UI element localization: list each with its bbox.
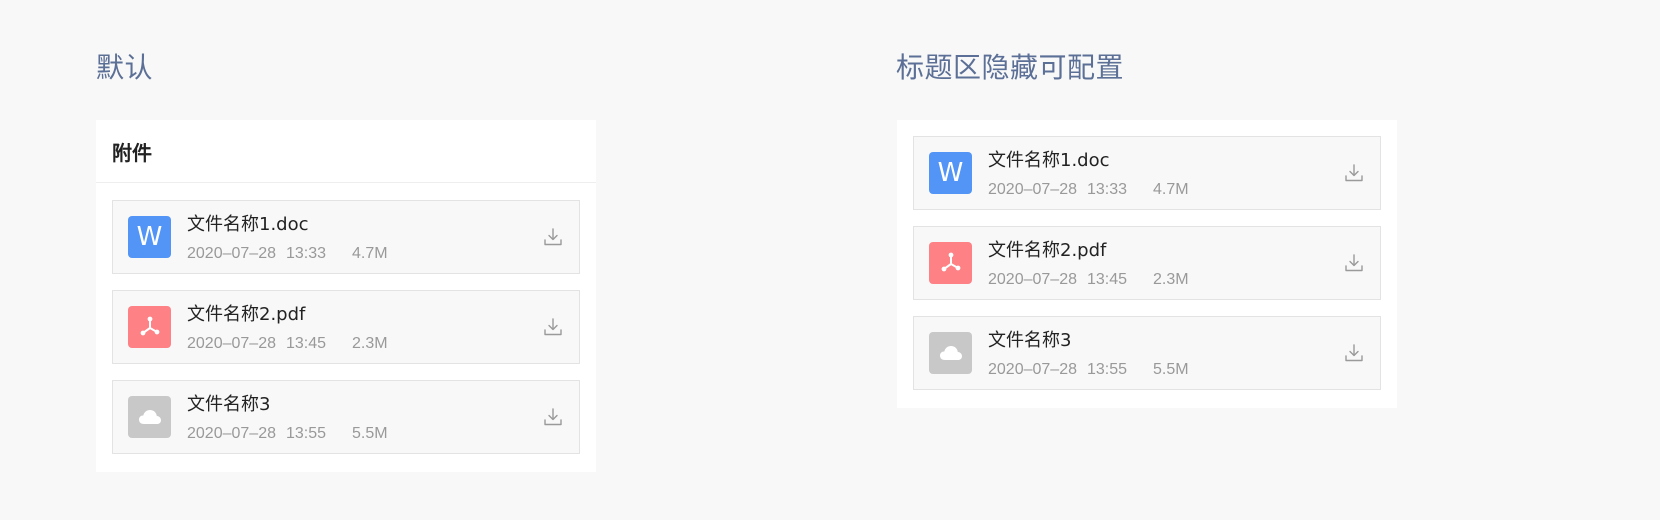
file-meta: 2020–07–28 13:45 2.3M <box>187 333 388 355</box>
file-meta: 2020–07–28 13:55 5.5M <box>988 359 1189 381</box>
file-time: 13:33 <box>285 245 327 262</box>
cloud-file-icon <box>929 332 972 374</box>
cloud-file-icon <box>128 396 171 438</box>
file-card[interactable]: 文件名称3 2020–07–28 13:55 5.5M <box>913 316 1381 390</box>
download-icon <box>1345 344 1363 362</box>
file-size: 5.5M <box>1153 361 1189 378</box>
file-name: 文件名称1.doc <box>988 150 1110 171</box>
download-icon <box>544 318 562 336</box>
file-time: 13:55 <box>1086 361 1128 378</box>
file-time: 13:45 <box>285 335 327 352</box>
attachment-panel-no-header: W 文件名称1.doc 2020–07–28 13:33 4.7M 文件名称2.… <box>897 120 1397 408</box>
file-card[interactable]: 文件名称2.pdf 2020–07–28 13:45 2.3M <box>112 290 580 364</box>
file-time: 13:33 <box>1086 181 1128 198</box>
file-date: 2020–07–28 <box>187 335 276 352</box>
download-icon <box>1345 254 1363 272</box>
file-date: 2020–07–28 <box>187 425 276 442</box>
pdf-file-icon <box>128 306 171 348</box>
download-button[interactable] <box>1342 251 1366 275</box>
file-date: 2020–07–28 <box>187 245 276 262</box>
download-button[interactable] <box>541 225 565 249</box>
attachment-panel-default: 附件 W 文件名称1.doc 2020–07–28 13:33 4.7M 文件名… <box>96 120 596 472</box>
file-name: 文件名称2.pdf <box>187 304 306 325</box>
file-name: 文件名称2.pdf <box>988 240 1107 261</box>
word-file-icon: W <box>929 152 972 194</box>
section-title-hidden-header: 标题区隐藏可配置 <box>896 51 1125 84</box>
word-icon-letter: W <box>937 158 964 188</box>
file-date: 2020–07–28 <box>988 181 1077 198</box>
file-size: 2.3M <box>1153 271 1189 288</box>
file-size: 5.5M <box>352 425 388 442</box>
file-list: W 文件名称1.doc 2020–07–28 13:33 4.7M 文件名称2.… <box>112 200 580 470</box>
file-size: 4.7M <box>1153 181 1189 198</box>
word-icon-letter: W <box>136 222 163 252</box>
pdf-file-icon <box>929 242 972 284</box>
download-icon <box>1345 164 1363 182</box>
file-card[interactable]: W 文件名称1.doc 2020–07–28 13:33 4.7M <box>913 136 1381 210</box>
file-list: W 文件名称1.doc 2020–07–28 13:33 4.7M 文件名称2.… <box>913 136 1381 406</box>
file-name: 文件名称3 <box>988 330 1072 351</box>
file-date: 2020–07–28 <box>988 361 1077 378</box>
word-file-icon: W <box>128 216 171 258</box>
download-button[interactable] <box>541 315 565 339</box>
file-meta: 2020–07–28 13:55 5.5M <box>187 423 388 445</box>
download-button[interactable] <box>1342 161 1366 185</box>
file-size: 4.7M <box>352 245 388 262</box>
file-card[interactable]: 文件名称2.pdf 2020–07–28 13:45 2.3M <box>913 226 1381 300</box>
download-icon <box>544 408 562 426</box>
file-name: 文件名称3 <box>187 394 271 415</box>
file-card[interactable]: 文件名称3 2020–07–28 13:55 5.5M <box>112 380 580 454</box>
download-button[interactable] <box>541 405 565 429</box>
section-title-default: 默认 <box>96 51 154 84</box>
file-meta: 2020–07–28 13:33 4.7M <box>988 179 1189 201</box>
file-meta: 2020–07–28 13:45 2.3M <box>988 269 1189 291</box>
file-card[interactable]: W 文件名称1.doc 2020–07–28 13:33 4.7M <box>112 200 580 274</box>
file-meta: 2020–07–28 13:33 4.7M <box>187 243 388 265</box>
download-icon <box>544 228 562 246</box>
file-size: 2.3M <box>352 335 388 352</box>
file-time: 13:45 <box>1086 271 1128 288</box>
download-button[interactable] <box>1342 341 1366 365</box>
file-name: 文件名称1.doc <box>187 214 309 235</box>
file-time: 13:55 <box>285 425 327 442</box>
panel-header: 附件 <box>96 120 596 183</box>
file-date: 2020–07–28 <box>988 271 1077 288</box>
